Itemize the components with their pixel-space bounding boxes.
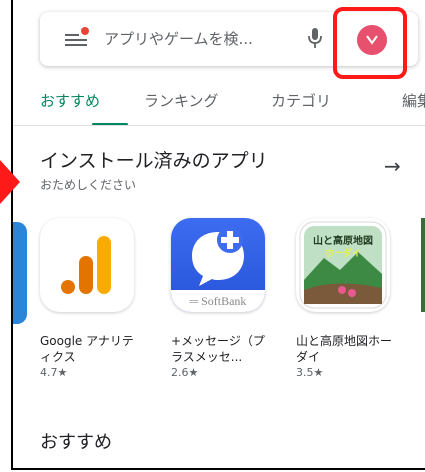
- app-card-mountain-map[interactable]: 山と高原地図 ホーダイ 山と高原地図ホーダイ 3.5★: [296, 218, 392, 379]
- search-input[interactable]: アプリやゲームを検...: [104, 28, 253, 49]
- tab-recommended[interactable]: おすすめ: [40, 90, 100, 111]
- app-rating: 4.7★: [40, 366, 68, 379]
- app-name: +メッセージ（プラスメッセ...: [171, 334, 265, 364]
- google-analytics-icon: [40, 218, 134, 312]
- avatar-highlight-box: [333, 7, 407, 79]
- app-name: Google アナリティクス: [40, 334, 134, 364]
- previous-app-card-edge[interactable]: [13, 222, 27, 324]
- divider: [13, 125, 425, 126]
- next-app-card-edge[interactable]: [421, 218, 425, 312]
- softbank-label: ═ SoftBank: [171, 290, 265, 312]
- mic-icon[interactable]: [308, 27, 322, 49]
- tab-editors[interactable]: 編集: [402, 90, 425, 111]
- section-title-recommended[interactable]: おすすめ: [40, 428, 112, 454]
- app-card-plus-message[interactable]: ═ SoftBank +メッセージ（プラスメッセ... 2.6★: [171, 218, 267, 379]
- tab-ranking[interactable]: ランキング: [144, 90, 219, 111]
- app-card-google-analytics[interactable]: Google アナリティクス 4.7★: [40, 218, 136, 379]
- section-title[interactable]: インストール済みのアプリ: [40, 146, 268, 173]
- tab-bar: おすすめ ランキング カテゴリ 編集: [0, 85, 425, 126]
- arrow-right-icon[interactable]: →: [384, 154, 401, 178]
- app-rating: 3.5★: [296, 366, 324, 379]
- plus-message-icon: ═ SoftBank: [171, 218, 265, 312]
- map-icon-title: 山と高原地図: [313, 236, 373, 247]
- tab-category[interactable]: カテゴリ: [271, 90, 331, 111]
- app-name: 山と高原地図ホーダイ: [296, 334, 393, 364]
- section-subtitle: おためしください: [40, 178, 137, 192]
- app-rating: 2.6★: [171, 366, 199, 379]
- notification-dot: [81, 27, 89, 35]
- mountain-map-icon: 山と高原地図 ホーダイ: [296, 218, 390, 312]
- menu-icon[interactable]: [65, 27, 89, 48]
- annotation-arrow: [0, 160, 20, 204]
- map-icon-subtitle: ホーダイ: [324, 249, 361, 259]
